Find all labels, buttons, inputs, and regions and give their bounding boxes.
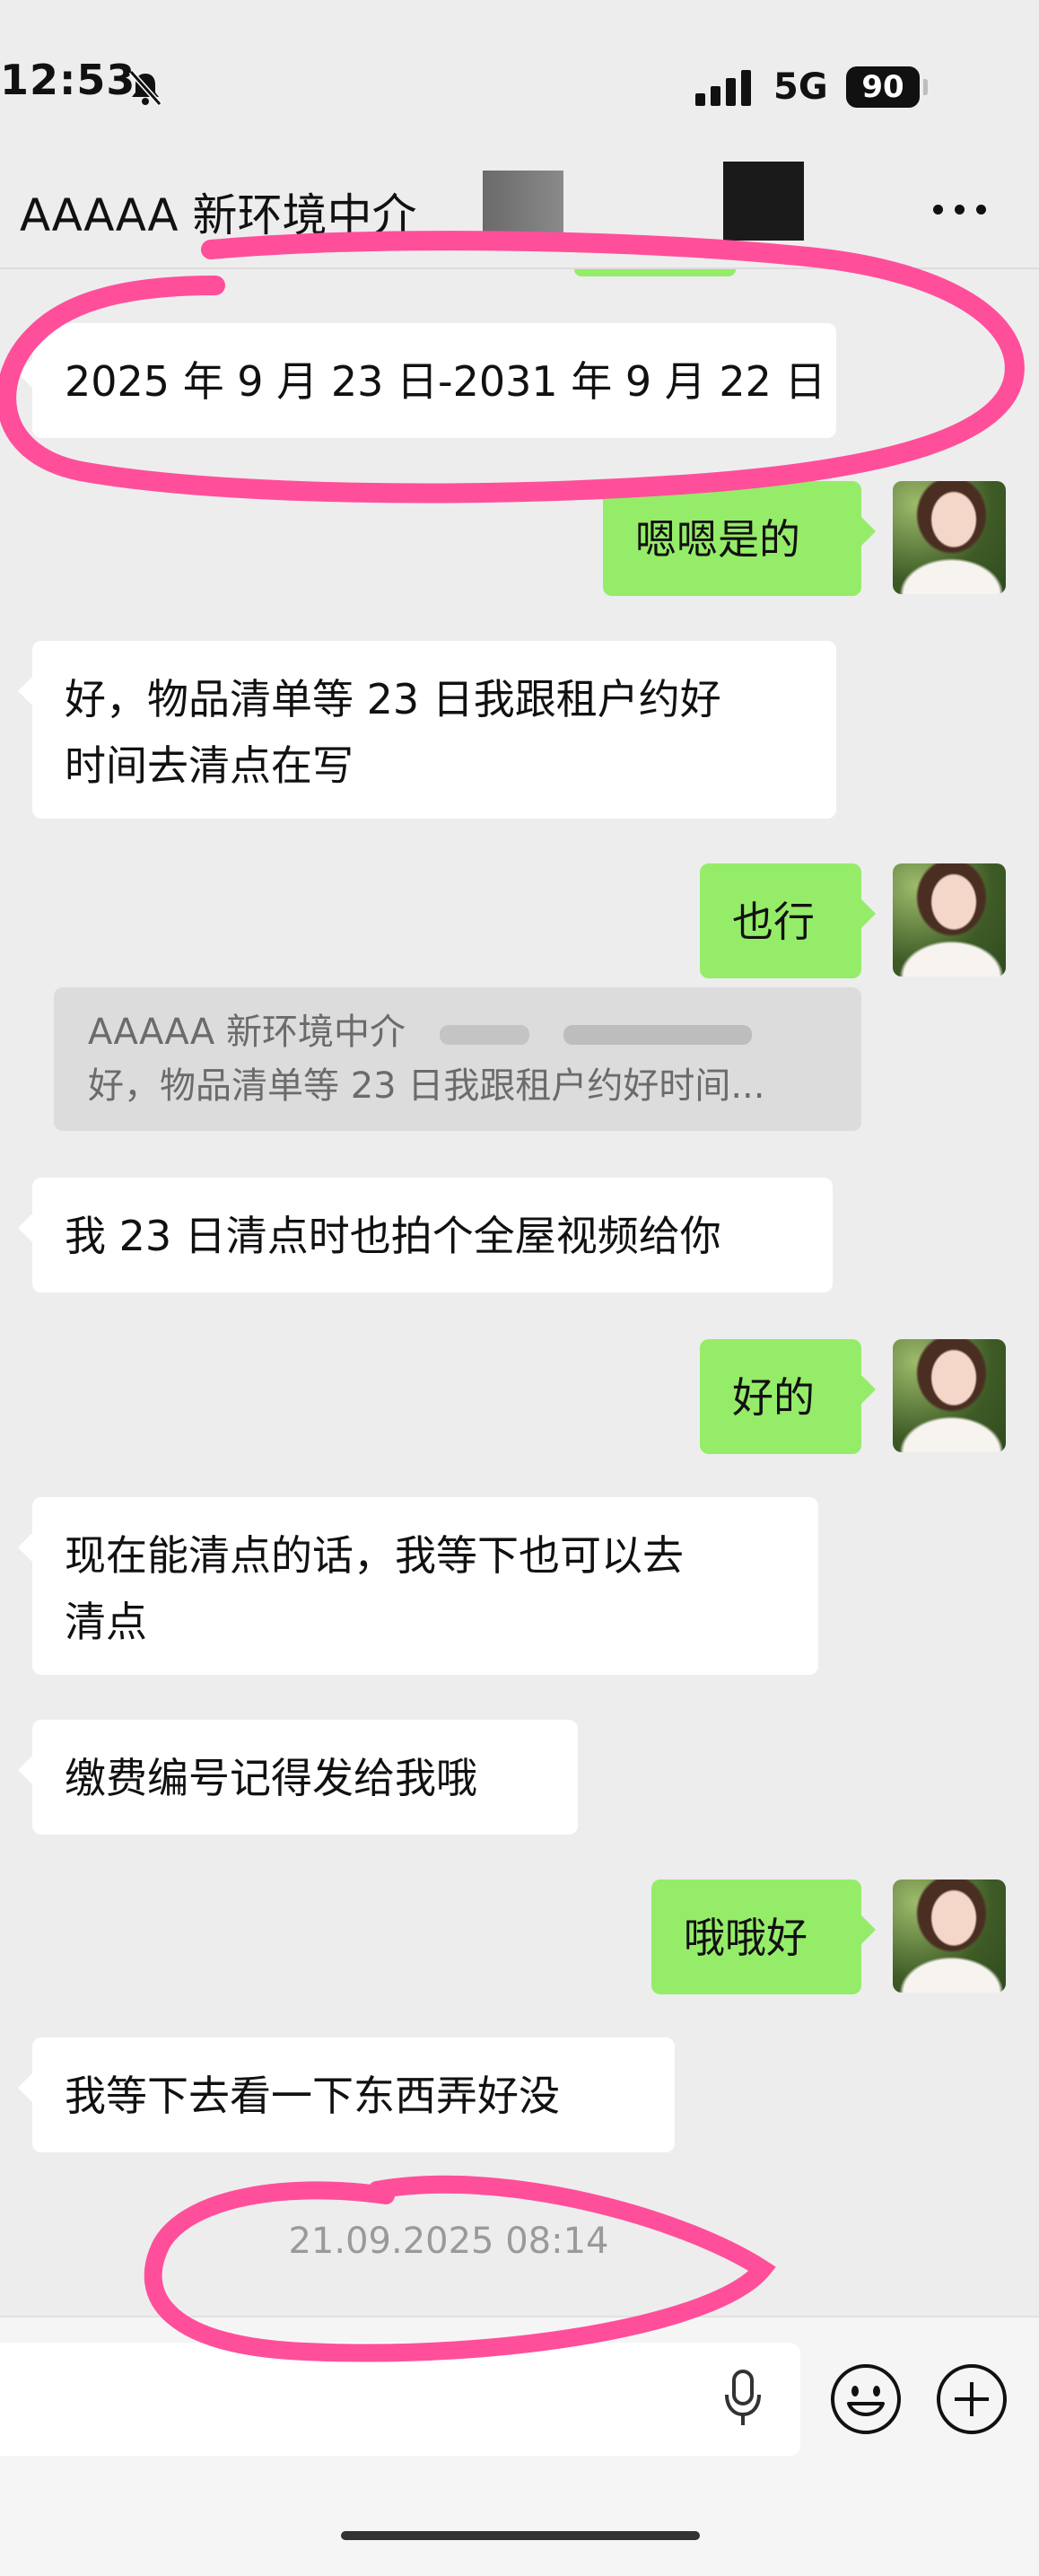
message-text: 好，物品清单等 23 日我跟租户约好 — [65, 675, 721, 723]
message-bubble-sent[interactable]: 哦哦好 — [651, 1879, 876, 1994]
network-type: 5G — [773, 66, 828, 108]
message-text: 也行 — [732, 898, 815, 946]
message-input[interactable] — [0, 2343, 800, 2456]
quoted-reply[interactable]: AAAAA 新环境中介 好，物品清单等 23 日我跟租户约好时间... — [54, 987, 861, 1131]
message-text: 我等下去看一下东西弄好没 — [65, 2072, 560, 2120]
my-avatar[interactable] — [893, 481, 1006, 594]
message-text: 清点 — [65, 1598, 147, 1646]
message-timestamp: 21.09.2025 08:14 — [288, 2221, 609, 2262]
message-bubble-sent[interactable]: 也行 — [700, 863, 876, 978]
message-text: 2025 年 9 月 23 日-2031 年 9 月 22 日 — [65, 357, 826, 406]
quote-text: 好，物品清单等 23 日我跟租户约好时间... — [88, 1065, 765, 1107]
emoji-icon[interactable] — [829, 2362, 903, 2436]
message-text: 我 23 日清点时也拍个全屋视频给你 — [65, 1212, 721, 1260]
header-divider — [0, 267, 1039, 269]
message-text: 哦哦好 — [684, 1914, 808, 1962]
message-bubble-sent[interactable]: 好的 — [700, 1339, 876, 1454]
my-avatar[interactable] — [893, 1339, 1006, 1452]
my-avatar[interactable] — [893, 1879, 1006, 1993]
plus-icon[interactable] — [935, 2362, 1008, 2436]
quote-redaction — [563, 1025, 752, 1045]
home-indicator — [341, 2531, 700, 2540]
message-text: 缴费编号记得发给我哦 — [65, 1754, 477, 1802]
signal-strength-icon — [695, 70, 755, 106]
message-bubble-received[interactable]: 现在能清点的话，我等下也可以去 清点 — [18, 1497, 818, 1675]
my-avatar[interactable] — [893, 863, 1006, 977]
message-text: 现在能清点的话，我等下也可以去 — [65, 1531, 684, 1580]
message-text: 嗯嗯是的 — [635, 515, 800, 564]
message-bubble-received[interactable]: 缴费编号记得发给我哦 — [18, 1720, 578, 1835]
bell-muted-icon — [128, 70, 162, 106]
message-text: 好的 — [732, 1373, 815, 1422]
chat-title: AAAAA 新环境中介 — [20, 189, 417, 241]
redacted-name-block — [483, 171, 563, 239]
mic-icon[interactable] — [718, 2368, 768, 2431]
message-bubble-sent[interactable]: 嗯嗯是的 — [603, 481, 876, 596]
message-bubble-received[interactable]: 我等下去看一下东西弄好没 — [18, 2037, 675, 2152]
battery-tip — [923, 79, 928, 95]
more-icon[interactable] — [930, 185, 992, 230]
message-text: 时间去清点在写 — [65, 741, 354, 790]
message-bubble-received[interactable]: 2025 年 9 月 23 日-2031 年 9 月 22 日 — [18, 323, 836, 438]
message-bubble-received[interactable]: 我 23 日清点时也拍个全屋视频给你 — [18, 1178, 833, 1292]
clipped-message-bubble — [574, 269, 736, 276]
message-bubble-received[interactable]: 好，物品清单等 23 日我跟租户约好 时间去清点在写 — [18, 641, 836, 819]
status-time: 12:53 — [0, 56, 136, 104]
battery-level: 90 — [846, 66, 920, 108]
quote-redaction — [440, 1025, 529, 1045]
redacted-name-block — [723, 162, 804, 241]
